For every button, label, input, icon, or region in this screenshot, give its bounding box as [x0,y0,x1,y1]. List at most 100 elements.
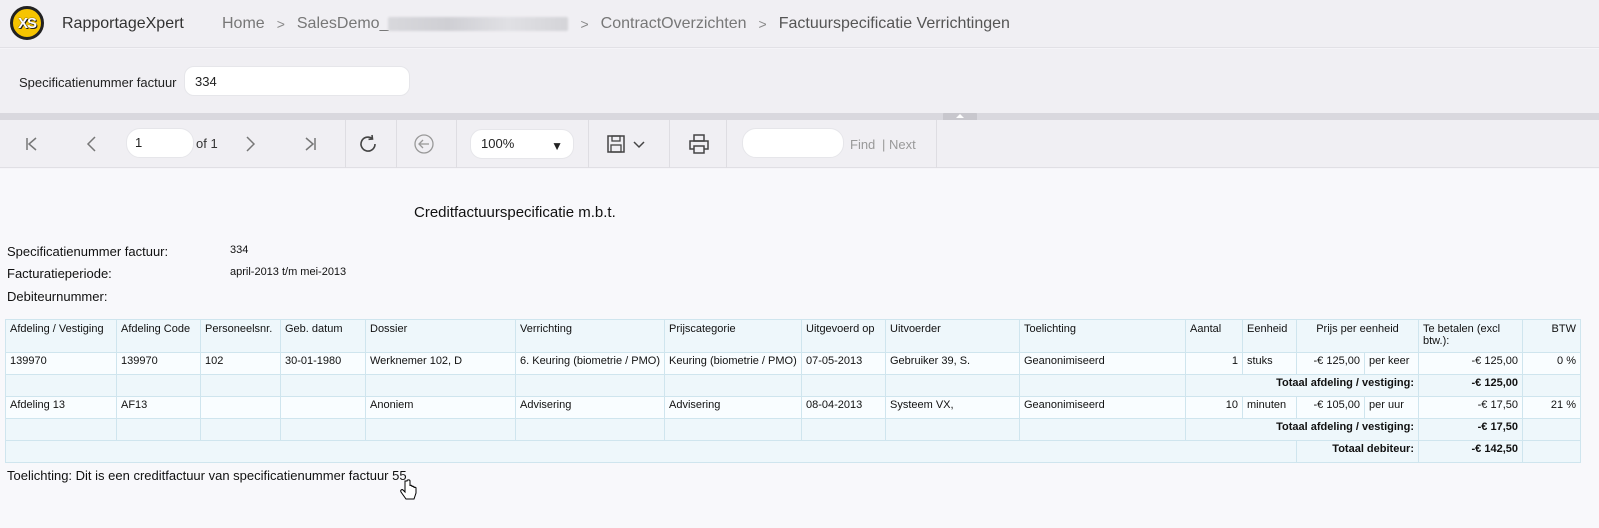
app-logo[interactable]: XS [10,6,44,40]
column-header: Personeelsnr. [200,319,281,353]
cell-geb-datum [280,396,366,419]
column-header: Eenheid [1242,319,1297,353]
cell-toelichting: Geanonimiseerd [1019,352,1186,375]
cell-personeelsnr [200,396,281,419]
print-button[interactable] [686,120,712,168]
app-name[interactable]: RapportageXpert [62,15,184,33]
cell-prijs: -€ 125,00 [1296,352,1365,375]
panel-splitter[interactable] [0,113,1599,120]
breadcrumb-salesdemo[interactable]: SalesDemo_ [297,15,569,33]
page-number-input[interactable]: 1 [126,128,194,158]
cell-dossier: Anoniem [365,396,516,419]
column-header: Verrichting [515,319,665,353]
cell-toelichting: Geanonimiseerd [1019,396,1186,419]
chevron-left-icon [86,136,96,152]
specification-table: Afdeling / Vestiging Afdeling Code Perso… [5,319,1581,463]
column-header: Prijs per eenheid [1296,319,1419,353]
cell-uitgevoerd-op: 08-04-2013 [801,396,886,419]
cell-personeelsnr: 102 [200,352,281,375]
column-header: Afdeling / Vestiging [5,319,117,353]
refresh-icon [360,134,376,152]
refresh-button[interactable] [355,120,381,168]
next-page-button[interactable] [238,120,262,168]
last-page-icon [305,137,316,151]
info-label-debiteur: Debiteurnummer: [7,289,108,304]
column-header: Uitvoerder [885,319,1020,353]
param-label: Specificatienummer factuur [19,75,177,90]
chevron-down-icon [633,141,645,149]
column-header: Prijscategorie [664,319,802,353]
cell-btw: 21 % [1522,396,1581,419]
find-next-button[interactable]: | Next [882,137,916,152]
back-arrow-icon [414,134,434,154]
last-page-button[interactable] [298,120,322,168]
save-icon [607,135,625,153]
cell-btw: 0 % [1522,352,1581,375]
info-label-periode: Facturatieperiode: [7,266,112,281]
total-value: -€ 142,50 [1418,440,1523,463]
top-bar: XS RapportageXpert Home > SalesDemo_ > C… [0,0,1599,48]
cell-eenheid: stuks [1242,352,1297,375]
toolbar-divider [456,120,457,168]
cell-uitvoerder: Gebruiker 39, S. [885,352,1020,375]
cell-verrichting: 6. Keuring (biometrie / PMO) [515,352,665,375]
toolbar-divider [936,120,937,168]
table-row: Afdeling 13 AF13 Anoniem Advisering Advi… [5,396,1581,419]
cell-uitgevoerd-op: 07-05-2013 [801,352,886,375]
cell-prijs: -€ 105,00 [1296,396,1365,419]
toolbar-divider [669,120,670,168]
first-page-icon [26,137,37,151]
previous-page-button[interactable] [80,120,104,168]
column-header: Uitgevoerd op [801,319,886,353]
subtotal-value: -€ 17,50 [1418,418,1523,441]
cell-geb-datum: 30-01-1980 [280,352,366,375]
back-button[interactable] [412,120,436,168]
breadcrumb-contractoverzichten[interactable]: ContractOverzichten [601,15,747,33]
breadcrumb: Home > SalesDemo_ > ContractOverzichten … [222,15,1010,33]
find-input[interactable] [742,128,844,158]
specificatienummer-input[interactable]: 334 [184,66,410,96]
chevron-right-icon: > [580,16,589,32]
subtotal-row: Totaal afdeling / vestiging: -€ 17,50 [5,418,1581,441]
printer-icon [689,134,709,154]
subtotal-label: Totaal afdeling / vestiging: [1185,374,1419,397]
column-header: Aantal [1185,319,1243,353]
info-label-spec: Specificatienummer factuur: [7,244,169,259]
total-row: Totaal debiteur: -€ 142,50 [5,440,1581,463]
report-viewer: Creditfactuurspecificatie m.b.t. Specifi… [0,169,1599,528]
redacted-text [388,16,569,31]
cell-code: AF13 [116,396,201,419]
cell-uitvoerder: Systeem VX, [885,396,1020,419]
chevron-down-icon: ▼ [551,139,563,153]
table-row: 139970 139970 102 30-01-1980 Werknemer 1… [5,352,1581,375]
info-value-spec: 334 [230,244,249,256]
toolbar-divider [396,120,397,168]
toolbar-divider [588,120,589,168]
chevron-right-icon: > [276,16,285,32]
zoom-select[interactable]: 100% ▼ [470,129,574,159]
toolbar-divider [726,120,727,168]
breadcrumb-current: Factuurspecificatie Verrichtingen [778,15,1010,32]
report-note: Toelichting: Dit is een creditfactuur va… [7,468,407,483]
table-header-row: Afdeling / Vestiging Afdeling Code Perso… [5,319,1581,353]
cell-per: per keer [1364,352,1419,375]
cell-per: per uur [1364,396,1419,419]
export-button[interactable] [606,120,646,168]
column-header: Te betalen (excl btw.): [1418,319,1523,353]
find-button[interactable]: Find [850,137,875,152]
first-page-button[interactable] [20,120,44,168]
total-label: Totaal debiteur: [1296,440,1419,463]
parameter-panel: Specificatienummer factuur 334 [0,49,1599,113]
cell-eenheid: minuten [1242,396,1297,419]
chevron-right-icon [246,136,256,152]
report-toolbar: 1 of 1 100% ▼ Find | Next [0,120,1599,168]
subtotal-value: -€ 125,00 [1418,374,1523,397]
subtotal-label: Totaal afdeling / vestiging: [1185,418,1419,441]
report-title: Creditfactuurspecificatie m.b.t. [414,204,616,221]
column-header: Afdeling Code [116,319,201,353]
breadcrumb-home[interactable]: Home [222,15,265,33]
toolbar-divider [345,120,346,168]
column-header: Toelichting [1019,319,1186,353]
hand-cursor-icon [399,479,417,503]
column-header: BTW [1522,319,1581,353]
